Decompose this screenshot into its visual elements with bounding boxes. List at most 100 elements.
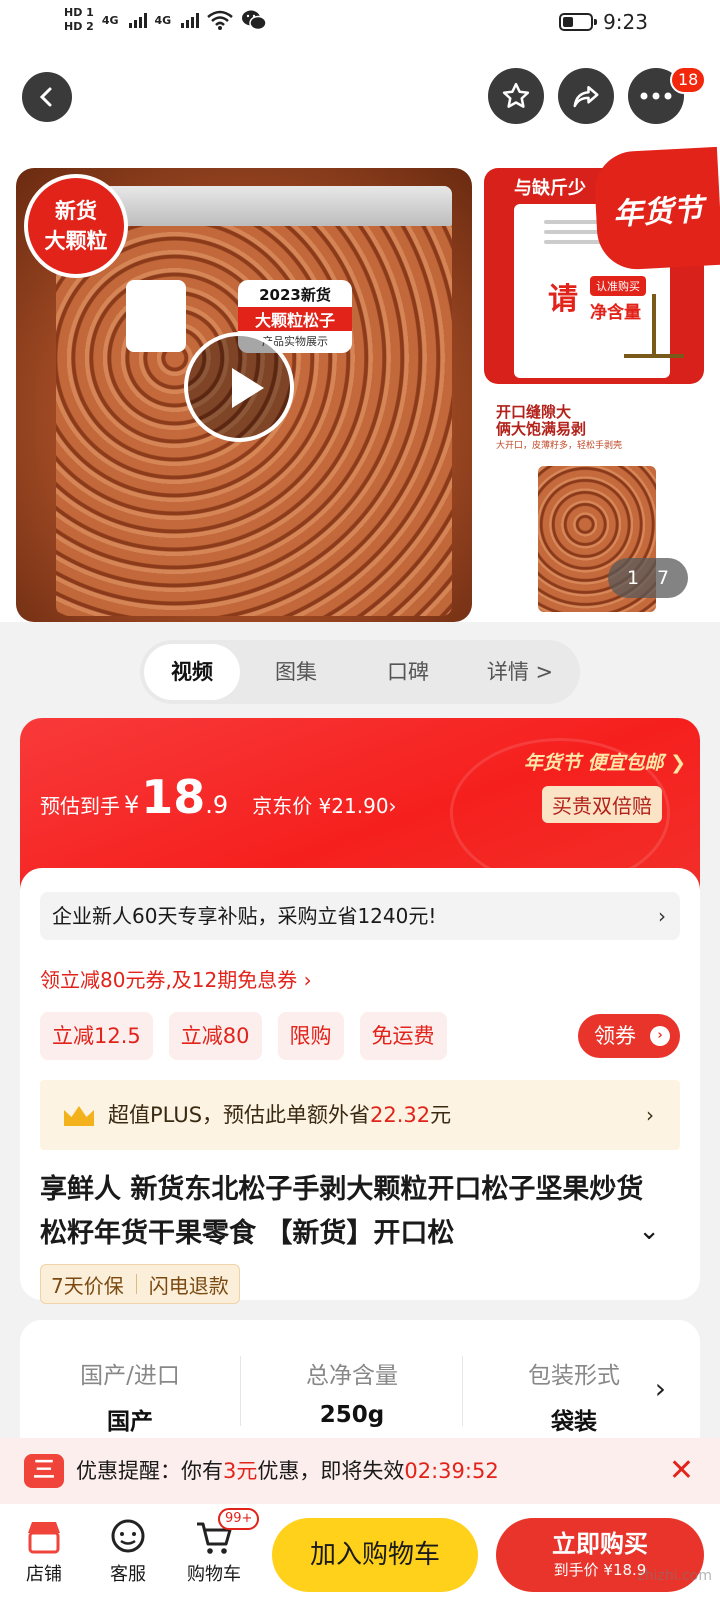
divider — [240, 1356, 241, 1426]
coupon-tag[interactable]: 立减12.5 — [40, 1012, 153, 1060]
watermark: zhizhi.com — [637, 1568, 712, 1584]
close-icon[interactable]: ✕ — [669, 1438, 694, 1504]
price-row: 预估到手 ¥ 18 .9 京东价 ¥21.90› — [40, 770, 397, 824]
battery-icon — [559, 13, 598, 31]
service-price-protect: 7天价保 — [51, 1273, 124, 1298]
festival-promo-link[interactable]: 年货节 便宜包邮 ❯ — [524, 748, 686, 775]
discount-reminder-bar[interactable]: 三 优惠提醒：你有3元优惠，即将失效02:39:52 ✕ — [0, 1438, 720, 1504]
spec-origin: 国产/进口 国产 — [30, 1356, 230, 1436]
play-icon[interactable] — [184, 332, 294, 442]
price-decimal: .9 — [205, 791, 229, 819]
price-currency: ¥ — [124, 791, 140, 819]
new-goods-badge: 新货 大颗粒 — [24, 174, 128, 278]
signal-group: HD 1 HD 2 4G 4G — [64, 6, 267, 34]
reminder-countdown: 02:39:52 — [404, 1459, 499, 1483]
tab-reviews[interactable]: 口碑 — [352, 644, 464, 700]
wifi-icon — [207, 10, 234, 30]
buy-now-label: 立即购买 — [552, 1530, 648, 1558]
page-total: 7 — [656, 567, 670, 589]
spec-label: 总净含量 — [306, 1363, 398, 1389]
customer-service-button[interactable]: 客服 — [88, 1514, 168, 1586]
bag-label-back — [126, 280, 186, 352]
tab-gallery[interactable]: 图集 — [240, 644, 352, 700]
festival-badge[interactable]: 年货节 — [592, 146, 720, 272]
claim-coupon-button[interactable]: 领券 › — [578, 1014, 680, 1058]
spec-label: 包装形式 — [528, 1363, 620, 1389]
clock: 9:23 — [603, 10, 648, 34]
spec-value: 袋装 — [551, 1409, 597, 1435]
price-guarantee-badge[interactable]: 买贵双倍赔 — [542, 786, 662, 823]
status-bar: HD 1 HD 2 4G 4G 9:23 — [0, 0, 720, 48]
signal2-icon — [181, 12, 200, 28]
thumb2-heading1: 开口缝隙大 — [496, 403, 572, 421]
more-icon — [640, 92, 672, 100]
coupon-tag[interactable]: 立减80 — [168, 1012, 262, 1060]
crown-icon — [64, 1106, 94, 1126]
coupon-link[interactable]: 领立减80元券,及12期免息券 › — [40, 964, 312, 993]
shop-button[interactable]: 店铺 — [4, 1514, 84, 1586]
bag-label-title: 大颗粒松子 — [238, 307, 352, 331]
star-icon — [502, 82, 530, 108]
spec-packaging: 包装形式 袋装 — [474, 1356, 674, 1436]
service-label: 客服 — [110, 1564, 146, 1585]
thumb2-sub: 大开口，皮薄籽多，轻松手剥壳 — [496, 441, 623, 451]
product-title: 享鲜人 新货东北松子手剥大颗粒开口松子坚果炒货松籽年货干果零食 【新货】开口松 — [40, 1174, 644, 1249]
reminder-amount: 3元 — [223, 1459, 258, 1483]
status-right: 9:23 — [559, 10, 648, 34]
tab-details[interactable]: 详情 > — [464, 644, 576, 700]
customer-service-icon — [111, 1519, 145, 1553]
signal2-label: 4G — [154, 13, 172, 27]
spec-value: 250g — [319, 1402, 385, 1428]
add-to-cart-button[interactable]: 加入购物车 — [272, 1518, 478, 1592]
enterprise-text: 企业新人60天专享补贴，采购立省1240元! — [52, 904, 437, 928]
cart-count-badge: 99+ — [218, 1508, 260, 1530]
cart-label: 购物车 — [187, 1564, 241, 1585]
price-integer: 18 — [141, 770, 206, 824]
shop-icon — [28, 1522, 60, 1554]
bottom-action-bar: 店铺 客服 99+ 购物车 加入购物车 立即购买 到手价 ¥18.9 — [0, 1504, 720, 1600]
coupon-tag[interactable]: 免运费 — [359, 1012, 447, 1060]
plus-amount: 22.32 — [370, 1103, 431, 1127]
message-badge: 18 — [670, 66, 707, 94]
divider — [135, 1274, 137, 1294]
signal1-icon — [128, 12, 147, 28]
price-prefix: 预估到手 — [40, 794, 120, 818]
hd2-indicator: HD 2 — [64, 20, 94, 33]
chevron-right-icon: › — [658, 904, 666, 928]
share-button[interactable] — [558, 68, 614, 124]
chevron-left-icon — [39, 87, 52, 107]
signal1-label: 4G — [101, 13, 119, 27]
chevron-right-icon: › — [650, 1026, 670, 1046]
cart-button[interactable]: 99+ 购物车 — [174, 1508, 260, 1586]
service-tags[interactable]: 7天价保 闪电退款 — [40, 1264, 240, 1304]
share-icon — [573, 86, 599, 108]
plus-prefix: 超值PLUS，预估此单额外省 — [108, 1103, 371, 1127]
favorite-button[interactable] — [488, 68, 544, 124]
chevron-down-icon[interactable]: ⌄ — [638, 1216, 660, 1246]
coupon-card: 企业新人60天专享补贴，采购立省1240元! › 领立减80元券,及12期免息券… — [20, 868, 700, 1304]
spec-label: 国产/进口 — [80, 1363, 180, 1389]
main-product-video[interactable]: 新货 大颗粒 2023新货 大颗粒松子 产品实物展示 — [16, 168, 472, 622]
badge-line2: 大颗粒 — [44, 229, 108, 253]
thumb2-heading2: 俩大饱满易剥 — [496, 420, 587, 438]
claim-label: 领券 — [594, 1024, 636, 1048]
spec-value: 国产 — [107, 1409, 153, 1435]
service-fast-refund: 闪电退款 — [148, 1273, 229, 1298]
spec-weight: 总净含量 250g — [252, 1356, 452, 1428]
coupon-tag[interactable]: 限购 — [277, 1012, 344, 1060]
jd-price-link[interactable]: 京东价 ¥21.90› — [252, 790, 396, 819]
chevron-right-icon[interactable]: › — [655, 1372, 666, 1405]
shop-label: 店铺 — [26, 1564, 62, 1585]
plus-savings-bar[interactable]: 超值PLUS，预估此单额外省22.32元 › — [40, 1080, 680, 1150]
wechat-icon — [242, 10, 267, 31]
top-nav: 18 — [0, 48, 720, 166]
tab-video[interactable]: 视频 — [144, 644, 240, 700]
reminder-middle: 优惠，即将失效 — [257, 1459, 405, 1483]
coupon-tags: 立减12.5 立减80 限购 免运费 — [40, 1012, 447, 1060]
plus-suffix: 元 — [430, 1103, 452, 1127]
hd1-indicator: HD 1 — [64, 6, 94, 19]
back-button[interactable] — [22, 72, 72, 122]
enterprise-subsidy-bar[interactable]: 企业新人60天专享补贴，采购立省1240元! › — [40, 892, 680, 940]
bag-label-year: 2023新货 — [259, 286, 331, 304]
page-current: 1 — [626, 567, 640, 589]
